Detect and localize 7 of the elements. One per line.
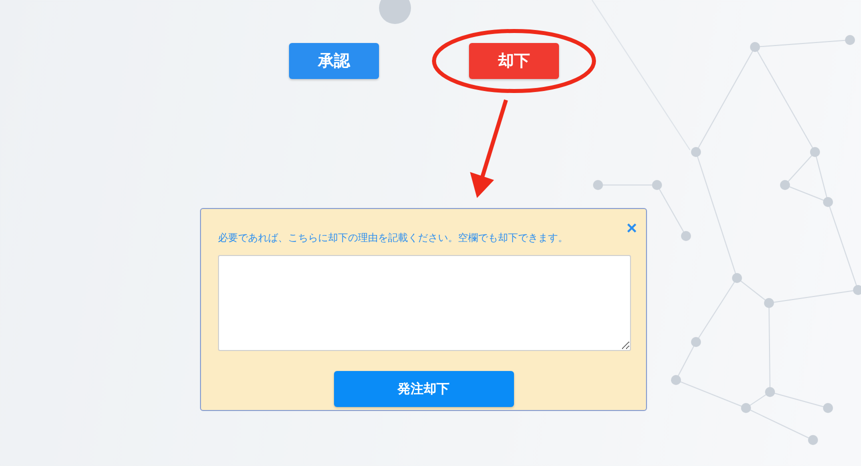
reason-field[interactable] [218,255,631,351]
instruction-text: 必要であれば、こちらに却下の理由を記載ください。空欄でも却下できます。 [218,232,568,245]
approve-button[interactable]: 承認 [289,43,379,79]
reject-button[interactable]: 却下 [469,43,559,79]
close-button[interactable]: × [626,219,637,237]
dot-drawing [379,0,411,24]
submit-button[interactable]: 発注却下 [334,371,514,407]
